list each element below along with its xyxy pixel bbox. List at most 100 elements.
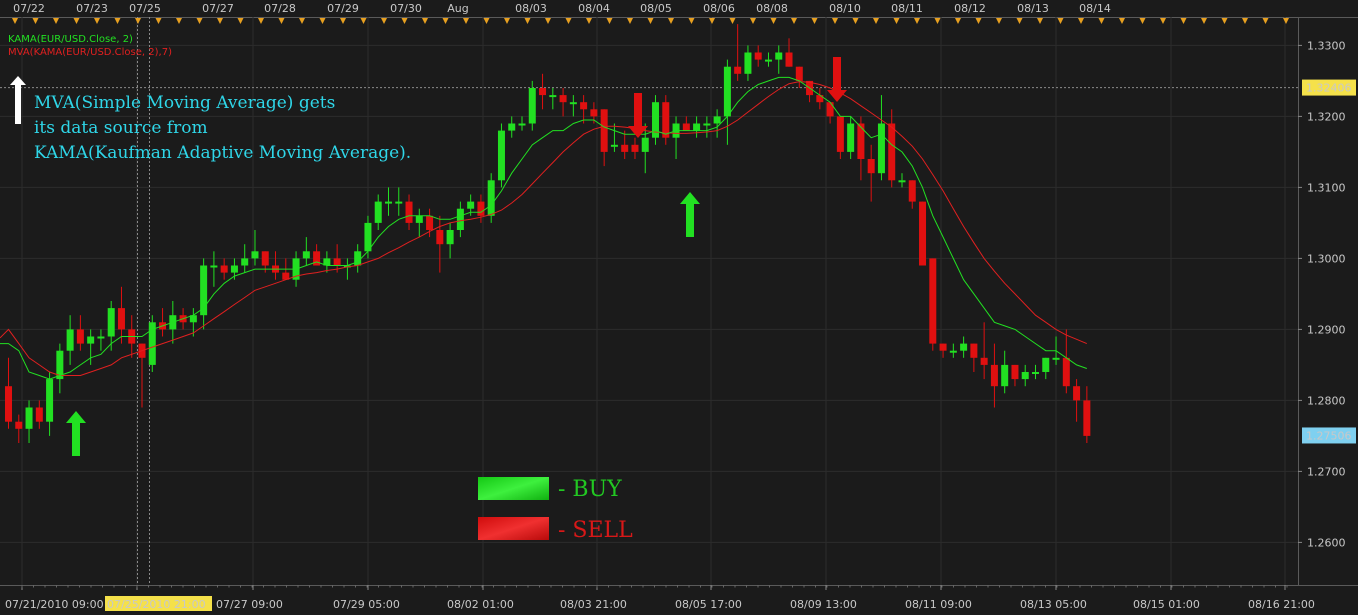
candle-body [97,336,105,339]
price-tick-label: 1.3100 [1307,181,1346,194]
candle-body [836,116,844,152]
candle-body [960,343,968,351]
candle-body [867,159,875,174]
candle-body [980,357,988,365]
candle-body [703,123,711,126]
current-price-label: 1.32406 [1306,82,1352,95]
candle-body [15,421,23,429]
candle-body [497,130,505,181]
top-date-label: 08/11 [891,2,923,15]
candle-body [939,343,947,351]
candle-body [549,95,557,98]
top-date-label: 08/14 [1079,2,1111,15]
candle-body [898,180,906,183]
buy-swatch [478,477,549,500]
top-date-label: 08/10 [829,2,861,15]
candle-body [569,102,577,105]
candle-body [877,123,885,174]
candle-body [754,52,762,60]
top-date-label: 07/29 [327,2,359,15]
legend-mva: MVA(KAMA(EUR/USD.Close, 2),7) [8,47,172,58]
candle-body [610,144,618,147]
candle-body [528,88,536,124]
candle-body [539,88,547,96]
annotation-line-1: MVA(Simple Moving Average) gets [34,93,335,113]
candle-body [87,336,95,344]
top-date-label: 08/06 [703,2,735,15]
candle-body [1011,364,1019,380]
bottom-date-label: 07/21/2010 09:00 [5,598,104,611]
eurusd-candlestick-chart[interactable]: 07/22 07/23 07/25 07/27 07/28 07/29 07/30 Aug 08… [0,0,1358,615]
annotation-line-2: its data source from [34,118,208,138]
candle-body [590,109,598,117]
candle-body [723,66,731,117]
candle-body [949,350,957,353]
candle-body [857,123,865,159]
candle-body [1062,357,1070,387]
candle-body [908,180,916,202]
candle-body [764,59,772,62]
candle-body [682,123,690,131]
candle-body [1052,357,1060,360]
price-tick-label: 1.2600 [1307,536,1346,549]
candle-body [888,123,896,181]
highlighted-date-label: 07/25/2010 21:00 [107,598,206,611]
top-date-label: 07/22 [13,2,45,15]
candle-body [744,52,752,74]
candle-body [25,407,33,429]
candle-body [631,144,639,152]
candle-body [436,230,444,245]
top-date-label: 07/25 [129,2,161,15]
price-tick-label: 1.2900 [1307,323,1346,336]
bottom-date-label: 08/02 01:00 [447,598,514,611]
candle-body [333,258,341,266]
candle-body [929,258,937,344]
top-date-label: Aug [447,2,468,15]
candle-body [621,144,629,152]
candle-body [600,109,608,152]
candle-body [508,123,516,131]
bottom-date-label: 08/11 09:00 [905,598,972,611]
candle-body [1073,386,1081,401]
top-date-label: 07/28 [264,2,296,15]
candle-body [384,201,392,204]
price-tick-label: 1.3000 [1307,252,1346,265]
candle-body [477,201,485,216]
last-price-label: 1.27506 [1306,429,1352,442]
top-date-label: 08/12 [954,2,986,15]
candle-body [487,180,495,216]
candle-body [76,329,84,344]
candle-body [641,137,649,152]
top-date-label: 08/13 [1017,2,1049,15]
annotation-line-3: KAMA(Kaufman Adaptive Moving Average). [34,143,411,163]
candle-body [251,251,259,259]
candle-body [66,329,74,351]
price-tick-label: 1.3200 [1307,110,1346,123]
candle-body [1083,400,1091,436]
candle-body [467,201,475,209]
candle-body [970,343,978,358]
candle-body [919,201,927,266]
candle-body [1001,364,1009,387]
top-date-label: 08/03 [515,2,547,15]
candle-body [35,407,43,422]
candle-body [241,258,249,266]
top-date-label: 07/27 [202,2,234,15]
top-date-label: 08/08 [756,2,788,15]
top-date-label: 08/04 [578,2,610,15]
candle-body [374,201,382,223]
bottom-date-label: 08/16 21:00 [1248,598,1315,611]
candle-body [313,251,321,266]
candle-body [210,265,218,268]
candle-body [795,66,803,81]
sell-swatch [478,517,549,540]
candle-body [1042,357,1050,372]
top-date-label: 07/23 [76,2,108,15]
candle-body [220,265,228,273]
candle-body [426,215,434,230]
candle-body [826,102,834,117]
candle-body [117,308,125,330]
candle-body [456,208,464,230]
top-date-label: 08/05 [640,2,672,15]
candle-body [446,230,454,245]
